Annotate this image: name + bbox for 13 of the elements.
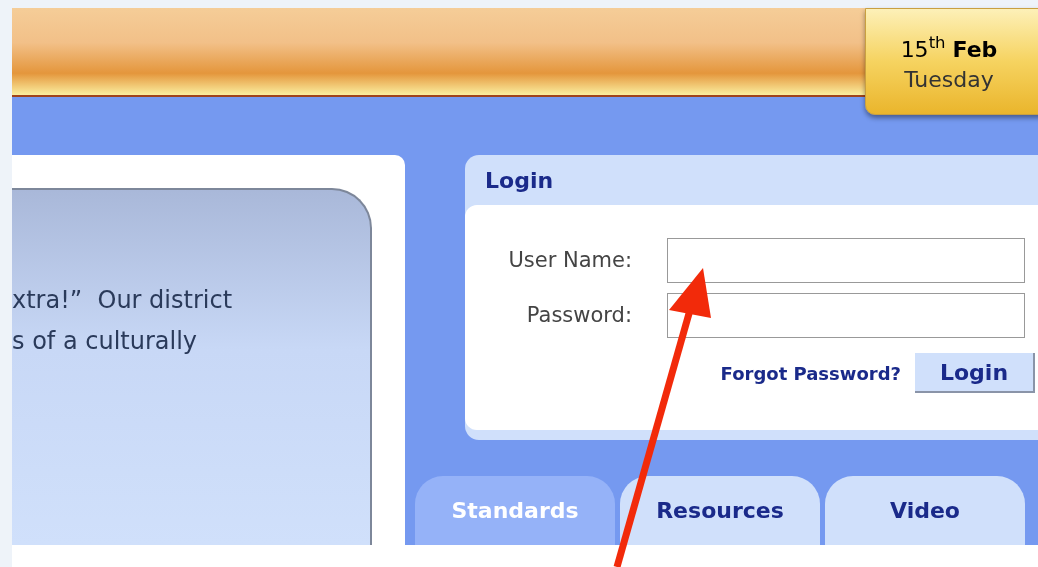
date-text: 15$^{th}$ Feb <box>900 34 998 64</box>
intro-text: xtra!” Our district <box>12 285 234 316</box>
field-label: Password: <box>525 301 633 329</box>
login-title: Login <box>485 166 554 195</box>
input-field[interactable] <box>667 293 1025 338</box>
login-button[interactable]: Login <box>915 353 1035 393</box>
input-field[interactable] <box>667 238 1025 283</box>
forgot-password-link[interactable]: Forgot Password? <box>720 359 901 387</box>
tab[interactable]: Resources <box>620 476 820 545</box>
tab[interactable]: Video <box>825 476 1025 545</box>
field-label: User Name: <box>507 246 633 274</box>
intro-text: s of a culturally <box>12 326 199 357</box>
weekday-text: Tuesday <box>904 65 994 94</box>
